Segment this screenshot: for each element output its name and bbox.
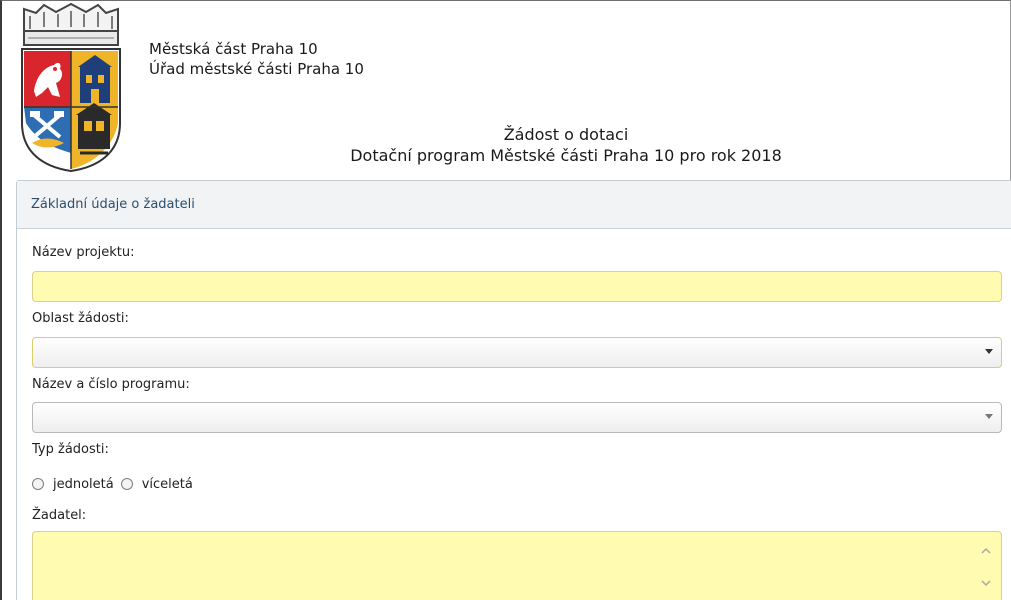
panel-title: Základní údaje o žadateli — [31, 197, 195, 212]
applicant-label: Žadatel: — [32, 508, 87, 523]
chevron-up-icon[interactable] — [981, 546, 991, 556]
office-name: Úřad městské části Praha 10 — [149, 60, 364, 78]
project-name-input[interactable] — [32, 271, 1002, 302]
page-subtitle: Dotační program Městské části Praha 10 p… — [350, 146, 782, 165]
request-area-label: Oblast žádosti: — [32, 311, 129, 326]
program-select[interactable] — [32, 402, 1002, 433]
applicant-textarea[interactable] — [32, 531, 1002, 600]
program-label: Název a číslo programu: — [32, 377, 190, 392]
request-area-select[interactable] — [32, 337, 1002, 368]
chevron-down-icon — [985, 414, 993, 419]
radio-one-year-label[interactable]: jednoletá — [53, 477, 114, 492]
title-block: Žádost o dotaci Dotační program Městské … — [122, 124, 1010, 166]
project-name-label: Název projektu: — [32, 245, 135, 260]
organization-names: Městská část Praha 10 Úřad městské části… — [149, 39, 364, 79]
radio-one-year[interactable] — [32, 478, 44, 490]
request-type-radio-group: jednoletá víceletá — [32, 474, 200, 494]
chevron-down-icon — [985, 349, 993, 354]
chevron-down-icon[interactable] — [981, 578, 991, 588]
radio-multi-year[interactable] — [120, 478, 133, 490]
applicant-basic-info-panel: Základní údaje o žadateli Název projektu… — [16, 180, 1011, 600]
page: Městská část Praha 10 Úřad městské části… — [0, 0, 1011, 600]
request-type-label: Typ žádosti: — [32, 442, 109, 457]
page-title: Žádost o dotaci — [503, 125, 629, 144]
radio-multi-year-label[interactable]: víceletá — [142, 477, 193, 492]
header: Městská část Praha 10 Úřad městské části… — [2, 1, 1010, 177]
panel-header: Základní údaje o žadateli — [17, 181, 1011, 229]
coat-of-arms-icon — [21, 3, 121, 173]
org-name: Městská část Praha 10 — [149, 40, 318, 58]
